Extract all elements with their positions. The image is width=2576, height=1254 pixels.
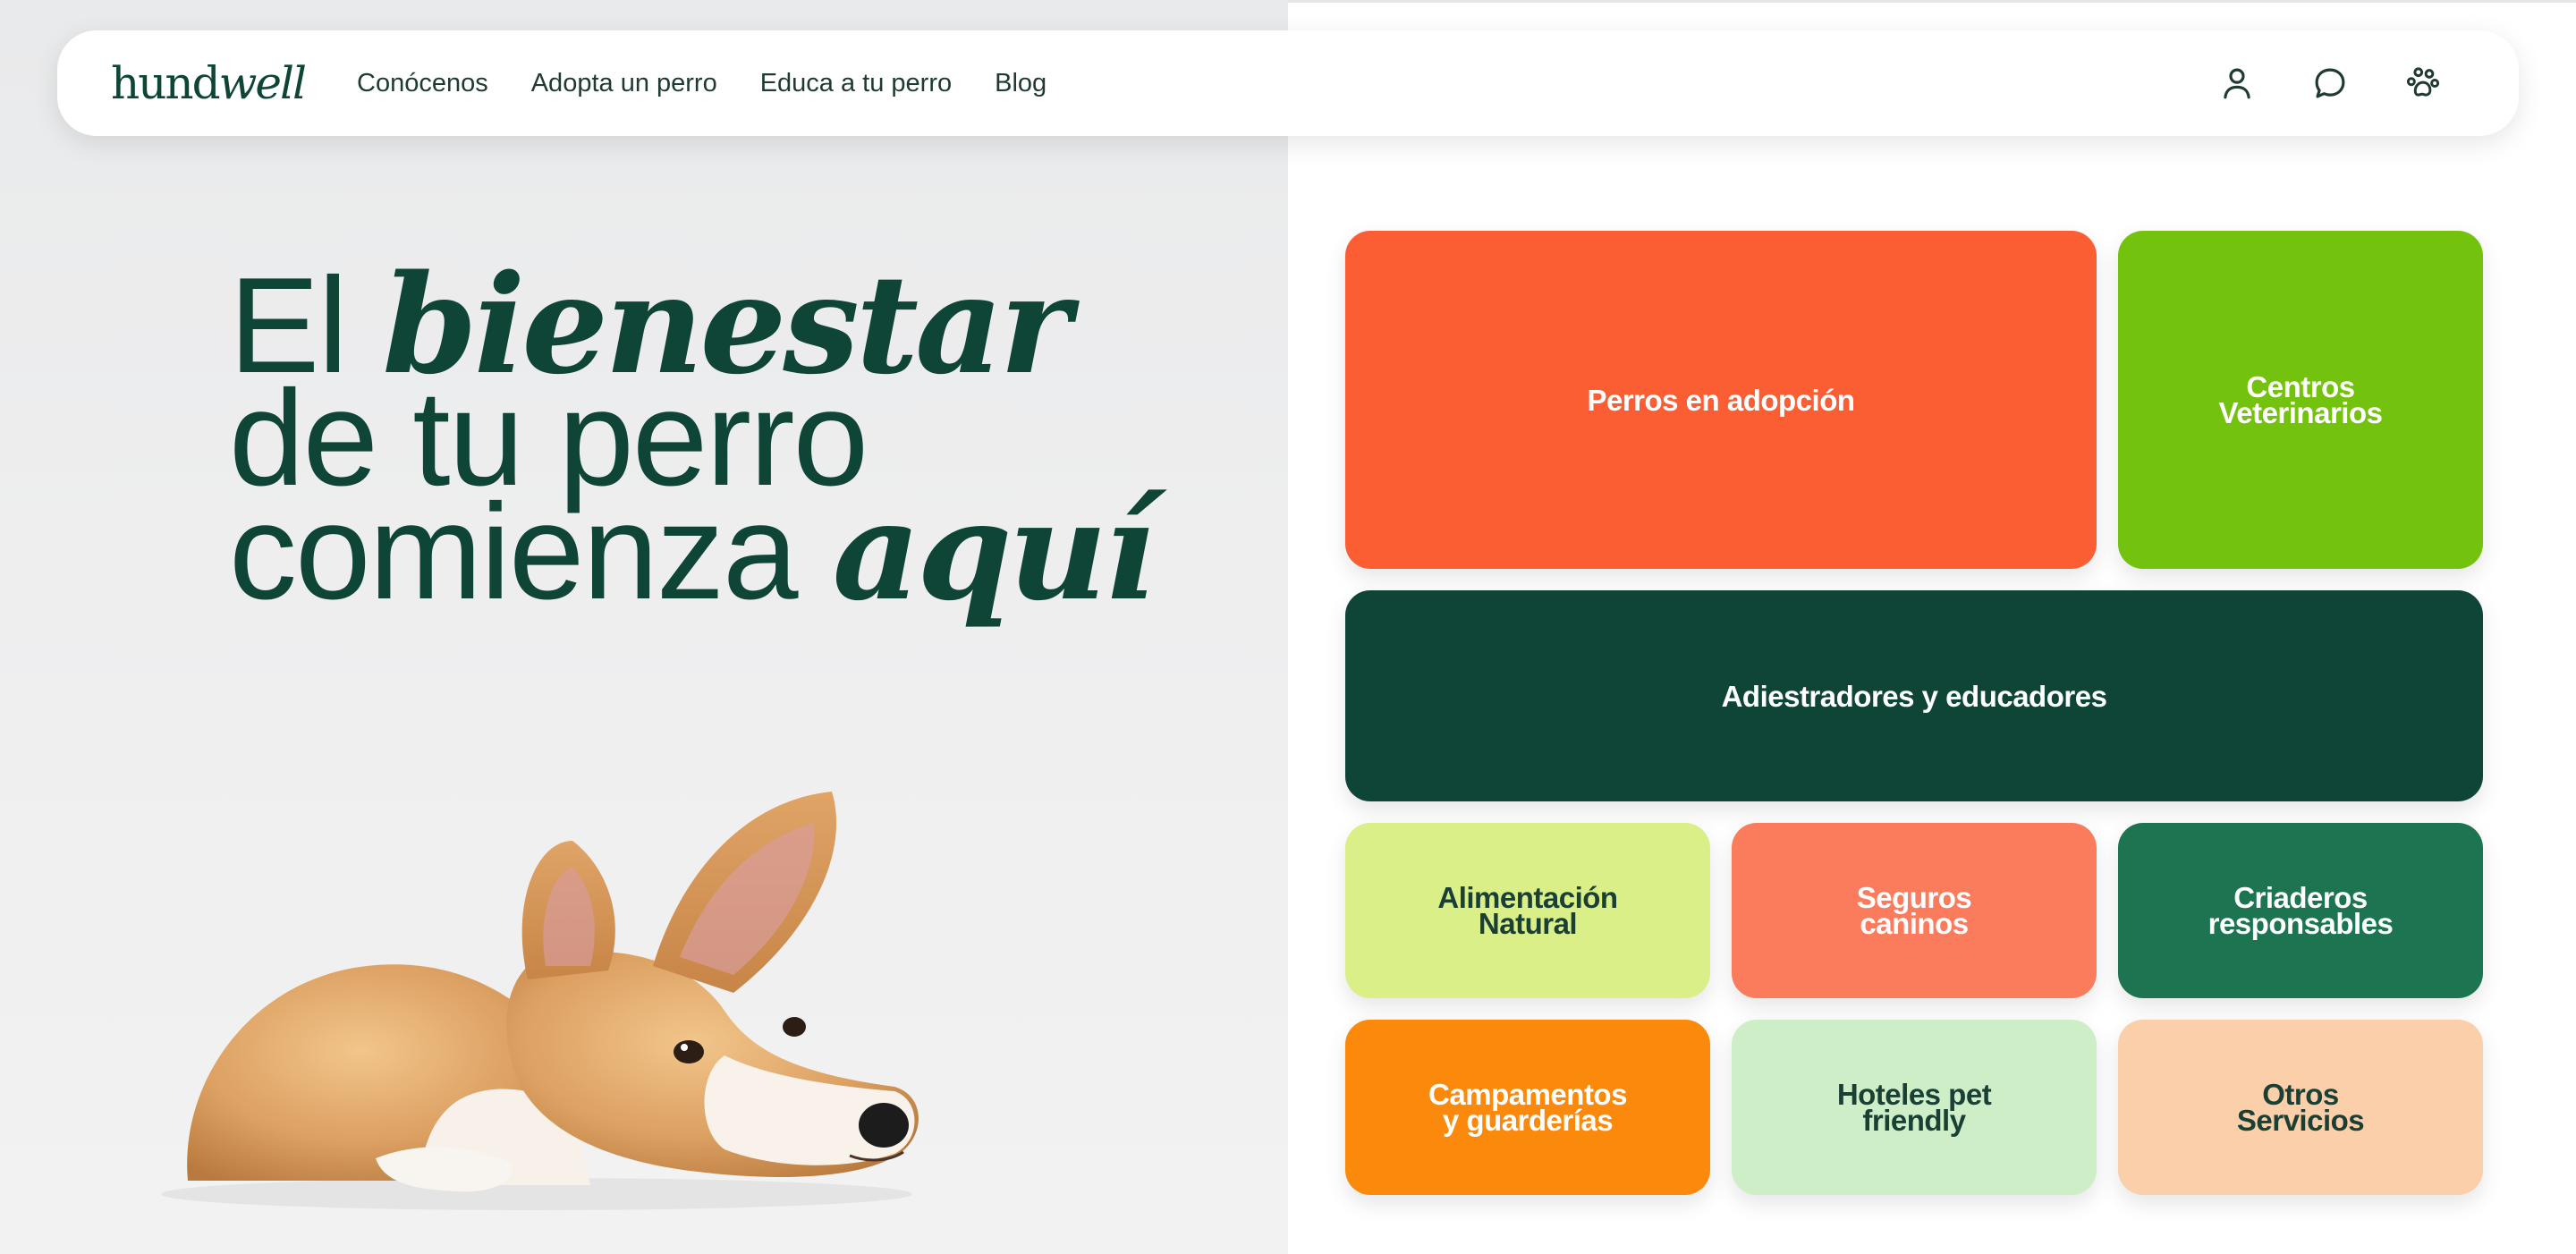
tile-otros-servicios[interactable]: Otros Servicios — [2118, 1020, 2483, 1195]
tile-seguros-caninos[interactable]: Seguros caninos — [1732, 823, 2097, 998]
headline-text: comienza — [229, 476, 833, 628]
logo-text-italic: well — [218, 57, 307, 109]
nav-link-adopta[interactable]: Adopta un perro — [531, 69, 717, 98]
tile-hoteles-pet-friendly[interactable]: Hoteles pet friendly — [1732, 1020, 2097, 1195]
top-navbar: hundwell Conócenos Adopta un perro Educa… — [57, 30, 2519, 136]
nav-link-blog[interactable]: Blog — [995, 69, 1046, 98]
tile-criaderos-responsables[interactable]: Criaderos responsables — [2118, 823, 2483, 998]
paw-icon[interactable] — [2397, 57, 2449, 109]
nav-links: Conócenos Adopta un perro Educa a tu per… — [357, 69, 1046, 98]
tile-label: Hoteles pet friendly — [1836, 1078, 1992, 1137]
tile-alimentacion-natural[interactable]: Alimentación Natural — [1345, 823, 1710, 998]
nav-icons — [2211, 57, 2465, 109]
tile-label: Centros Veterinarios — [2218, 370, 2383, 429]
tile-label: Otros Servicios — [2236, 1078, 2365, 1137]
tile-centros-veterinarios[interactable]: Centros Veterinarios — [2118, 231, 2483, 569]
headline-italic-text: aquí — [832, 470, 1156, 631]
hero-headline: El bienestar de tu perro comienza aquí — [229, 257, 1156, 621]
services-grid: Perros en adopción Centros Veterinarios … — [1345, 231, 2483, 1195]
nav-link-educa[interactable]: Educa a tu perro — [760, 69, 952, 98]
tile-adiestradores[interactable]: Adiestradores y educadores — [1345, 590, 2483, 801]
chat-bubble-icon[interactable] — [2304, 57, 2356, 109]
tile-label: Alimentación Natural — [1437, 881, 1618, 940]
corgi-dog-image — [161, 792, 919, 1210]
logo-text: hund — [111, 57, 221, 109]
hero-panel: El bienestar de tu perro comienza aquí — [0, 0, 1288, 1254]
tile-label: Campamentos y guarderías — [1428, 1078, 1627, 1137]
tile-campamentos-guarderias[interactable]: Campamentos y guarderías — [1345, 1020, 1710, 1195]
user-icon[interactable] — [2211, 57, 2263, 109]
tile-label: Seguros caninos — [1856, 881, 1972, 940]
top-divider — [1288, 0, 2576, 3]
hundwell-logo[interactable]: hundwell — [111, 57, 307, 109]
tile-label: Adiestradores y educadores — [1721, 679, 2107, 713]
nav-link-conocenos[interactable]: Conócenos — [357, 69, 488, 98]
tile-label: Perros en adopción — [1587, 383, 1855, 417]
tile-label: Criaderos responsables — [2207, 881, 2394, 940]
tile-perros-en-adopcion[interactable]: Perros en adopción — [1345, 231, 2097, 569]
headline-line-3: comienza aquí — [229, 483, 1156, 621]
